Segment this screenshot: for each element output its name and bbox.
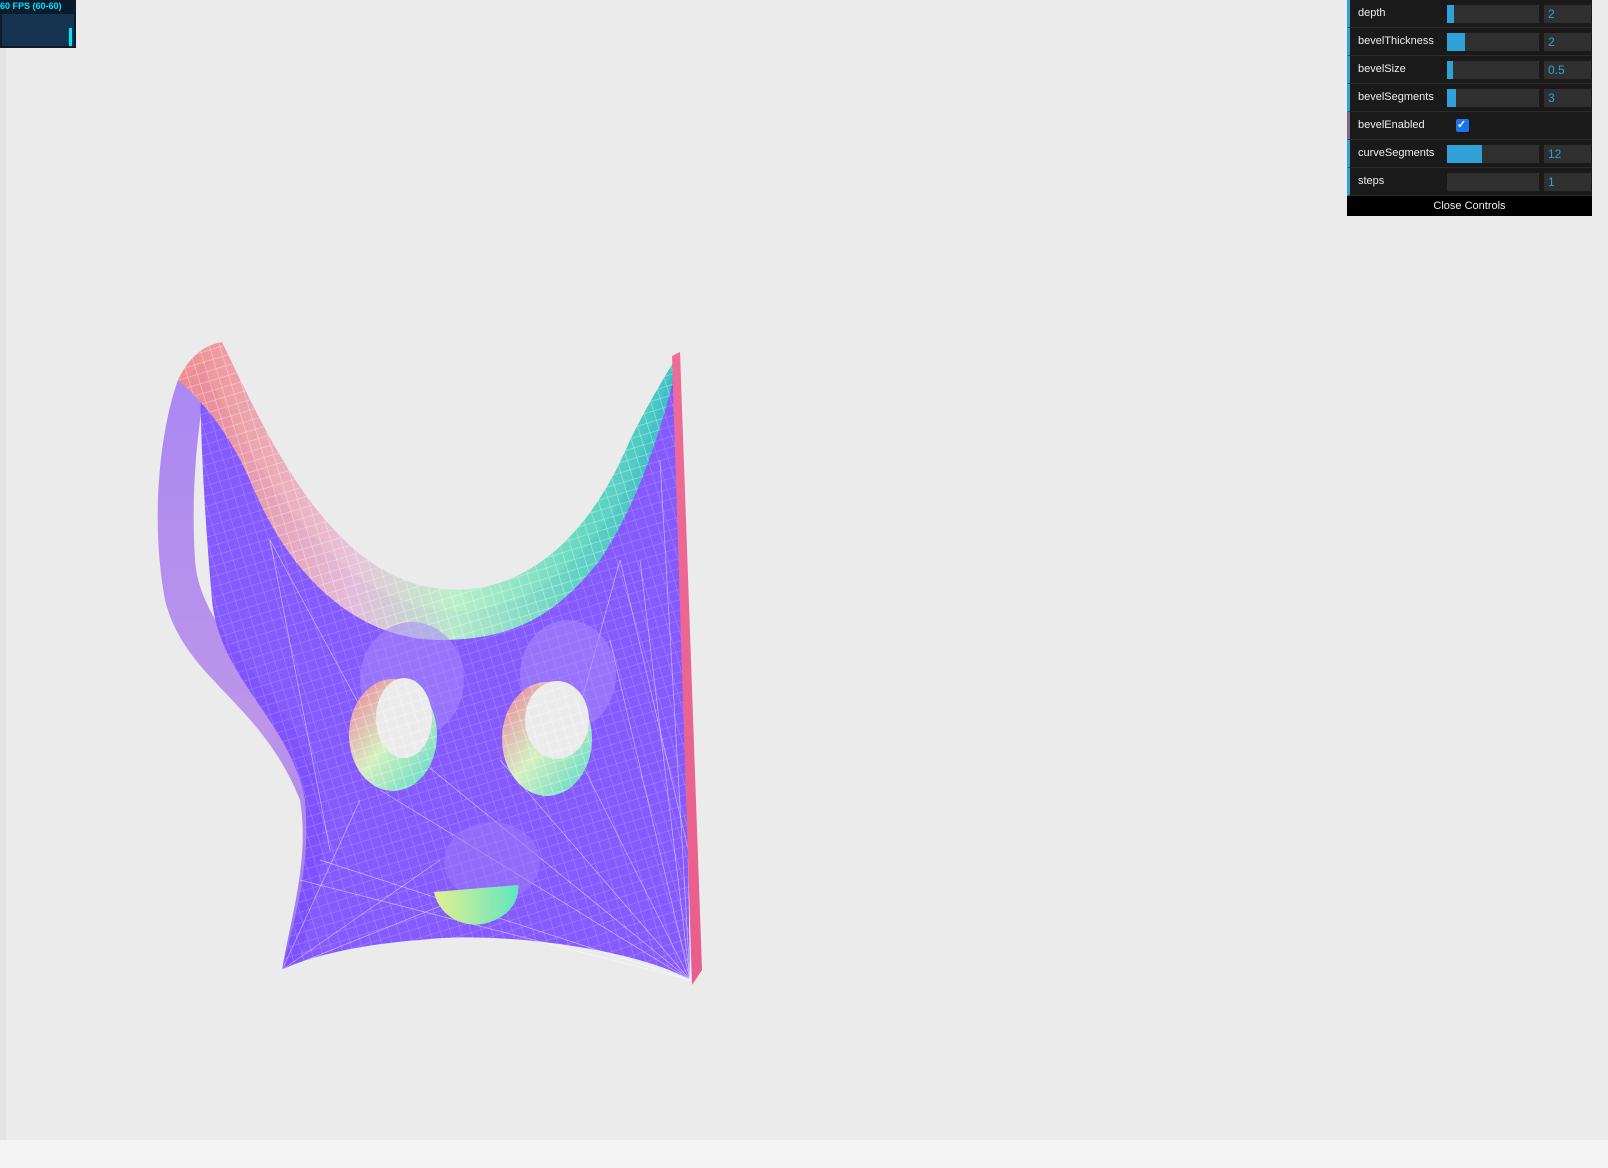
bevel-segments-slider[interactable] [1447, 89, 1539, 107]
slider-fill [1447, 145, 1482, 163]
control-label: curveSegments [1358, 147, 1435, 159]
steps-slider[interactable] [1447, 173, 1539, 191]
control-bevel-enabled: bevelEnabled ✓ [1347, 112, 1592, 140]
fps-graph [2, 14, 74, 46]
bevel-size-slider[interactable] [1447, 61, 1539, 79]
control-curve-segments: curveSegments [1347, 140, 1592, 168]
control-label: steps [1358, 175, 1385, 187]
control-label: bevelEnabled [1358, 119, 1425, 131]
control-depth: depth [1347, 0, 1592, 28]
hole-wire [349, 679, 437, 791]
bevel-thickness-input[interactable] [1544, 33, 1591, 51]
depth-slider[interactable] [1447, 5, 1539, 23]
slider-fill [1447, 61, 1453, 79]
control-label: depth [1358, 7, 1386, 19]
slider-fill [1447, 33, 1465, 51]
control-label: bevelSize [1358, 63, 1406, 75]
fps-readout: 60 FPS (60-60) [0, 1, 62, 11]
extruded-shape-mesh [157, 342, 702, 985]
bevel-enabled-checkbox[interactable]: ✓ [1456, 119, 1469, 132]
curve-segments-input[interactable] [1544, 145, 1591, 163]
fps-graph-bar [69, 28, 72, 46]
control-bevel-size: bevelSize [1347, 56, 1592, 84]
bevel-size-input[interactable] [1544, 61, 1591, 79]
control-label: bevelSegments [1358, 91, 1434, 103]
controls-panel: depth bevelThickness bevelSize bevelSegm… [1347, 0, 1592, 216]
checkmark-icon: ✓ [1457, 119, 1467, 131]
slider-fill [1447, 89, 1456, 107]
bevel-thickness-slider[interactable] [1447, 33, 1539, 51]
hole-wire-right [502, 682, 592, 796]
depth-input[interactable] [1544, 5, 1591, 23]
steps-input[interactable] [1544, 173, 1591, 191]
control-bevel-segments: bevelSegments [1347, 84, 1592, 112]
fps-stats-panel[interactable]: 60 FPS (60-60) [0, 0, 76, 48]
control-steps: steps [1347, 168, 1592, 196]
curve-segments-slider[interactable] [1447, 145, 1539, 163]
control-label: bevelThickness [1358, 35, 1434, 47]
control-bevel-thickness: bevelThickness [1347, 28, 1592, 56]
slider-fill [1447, 5, 1454, 23]
close-controls-button[interactable]: Close Controls [1347, 196, 1592, 216]
bevel-segments-input[interactable] [1544, 89, 1591, 107]
